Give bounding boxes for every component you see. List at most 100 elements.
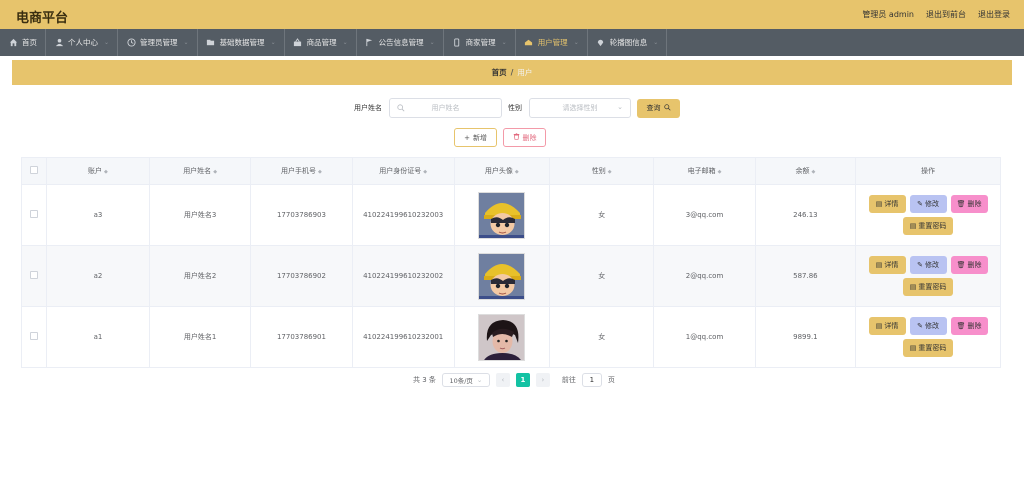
table-row: a3 用户姓名3 17703786903 410224199610232003 [21, 184, 1001, 246]
phone-cell: 17703786903 [250, 184, 353, 246]
sort-icon[interactable]: ◆ [104, 169, 108, 175]
breadcrumb-home[interactable]: 首页 [492, 67, 507, 78]
pagination: 共 3 条 10条/页 ⌄ ‹ 1 › 前往 1 页 [413, 373, 615, 387]
add-button[interactable]: + 新增 [454, 128, 497, 147]
row-checkbox[interactable] [29, 332, 38, 340]
column-header[interactable]: 账户 ◆ [45, 157, 151, 185]
logout-link[interactable]: 退出登录 [978, 9, 1010, 20]
goto-page-input[interactable]: 1 [581, 373, 602, 387]
batch-delete-button[interactable]: 删除 [503, 128, 546, 147]
edit-button[interactable]: ✎ 修改 [909, 195, 947, 213]
exit-to-front-link[interactable]: 退出到前台 [926, 9, 966, 20]
nav-item-carousel[interactable]: 轮播图信息 ⌄ [588, 29, 668, 56]
column-header[interactable]: 用户姓名 ◆ [149, 157, 252, 185]
edit-button[interactable]: ✎ 修改 [909, 256, 947, 274]
reset-password-button[interactable]: ▤ 重置密码 [903, 217, 954, 235]
detail-label: 详情 [884, 261, 899, 269]
detail-button[interactable]: ▤ 详情 [868, 256, 906, 274]
sort-icon[interactable]: ◆ [718, 169, 722, 175]
ops-cell: ▤ 详情 ✎ 修改 🗑 删除 ▤ 重置密码 [855, 306, 1001, 368]
sort-icon[interactable]: ◆ [423, 169, 427, 175]
document-icon: ▤ [875, 200, 883, 208]
table-row: a2 用户姓名2 17703786902 410224199610232002 [21, 245, 1001, 307]
column-header[interactable]: 用户手机号 ◆ [250, 157, 353, 185]
reset-password-button[interactable]: ▤ 重置密码 [903, 278, 954, 296]
ops-cell: ▤ 详情 ✎ 修改 🗑 删除 ▤ 重置密码 [855, 245, 1001, 307]
idcard-cell: 410224199610232002 [351, 245, 455, 307]
location-icon [596, 38, 606, 48]
reset-password-label: 重置密码 [918, 222, 947, 230]
nav-item-goods[interactable]: 商品管理 ⌄ [285, 29, 357, 56]
nav-item-admin-management[interactable]: 管理员管理 ⌄ [118, 29, 198, 56]
user-table: 账户 ◆ 用户姓名 ◆ 用户手机号 ◆ 用户身份证号 ◆ 用户头像 ◆ 性别 ◆ 电子邮箱 ◆… [21, 157, 1001, 368]
reset-password-label: 重置密码 [918, 344, 947, 352]
sort-icon[interactable]: ◆ [515, 169, 519, 175]
prev-page-button[interactable]: ‹ [495, 373, 510, 387]
next-page-button[interactable]: › [535, 373, 550, 387]
select-all-cell [21, 157, 47, 185]
photo-person-avatar[interactable] [478, 313, 526, 361]
breadcrumb-separator: / [510, 68, 514, 77]
detail-button[interactable]: ▤ 详情 [868, 317, 906, 335]
search-icon [397, 104, 405, 114]
cartoon-boy-avatar[interactable] [478, 191, 526, 239]
sex-filter-label: 性别 [508, 104, 522, 112]
cartoon-boy-avatar[interactable] [478, 252, 526, 300]
detail-button[interactable]: ▤ 详情 [868, 195, 906, 213]
sort-icon[interactable]: ◆ [608, 169, 612, 175]
edit-button[interactable]: ✎ 修改 [909, 317, 947, 335]
phone-cell: 17703786902 [250, 245, 353, 307]
folder-icon [206, 38, 216, 48]
flag-icon [365, 38, 375, 48]
chevron-down-icon: ⌄ [342, 39, 348, 46]
column-header-label: 性别 [591, 167, 606, 175]
document-icon: ▤ [875, 261, 883, 269]
sex-cell: 女 [549, 245, 655, 307]
nav-label: 管理员管理 [140, 38, 178, 47]
email-cell: 3@qq.com [653, 184, 756, 246]
column-header[interactable]: 性别 ◆ [549, 157, 655, 185]
name-search-placeholder: 用户姓名 [431, 104, 460, 112]
table-actions: + 新增 删除 [454, 128, 546, 147]
document-icon: ▤ [909, 283, 917, 291]
name-cell: 用户姓名2 [149, 245, 252, 307]
detail-label: 详情 [884, 322, 899, 330]
row-checkbox[interactable] [29, 271, 38, 279]
trash-icon: 🗑 [956, 322, 966, 330]
query-button[interactable]: 查询 [637, 98, 680, 118]
nav-item-user-management[interactable]: 用户管理 ⌄ [516, 29, 588, 56]
column-header[interactable]: 电子邮箱 ◆ [653, 157, 756, 185]
goto-label: 前往 [561, 376, 576, 384]
delete-button[interactable]: 🗑 删除 [950, 195, 988, 213]
detail-label: 详情 [884, 200, 899, 208]
pencil-icon: ✎ [917, 322, 923, 330]
row-checkbox[interactable] [29, 210, 38, 218]
reset-password-button[interactable]: ▤ 重置密码 [903, 339, 954, 357]
nav-item-notice[interactable]: 公告信息管理 ⌄ [357, 29, 444, 56]
column-header[interactable]: 余额 ◆ [754, 157, 857, 185]
nav-label: 基础数据管理 [219, 38, 265, 47]
sort-icon[interactable]: ◆ [213, 169, 217, 175]
sex-select[interactable]: 请选择性别 ⌄ [529, 98, 631, 118]
column-header[interactable]: 用户头像 ◆ [453, 157, 551, 185]
name-search-input[interactable]: 用户姓名 [389, 98, 502, 118]
delete-button[interactable]: 🗑 删除 [950, 256, 988, 274]
nav-item-personal-center[interactable]: 个人中心 ⌄ [46, 29, 119, 56]
page-size-select[interactable]: 10条/页 ⌄ [441, 373, 490, 387]
column-header[interactable]: 用户身份证号 ◆ [351, 157, 455, 185]
sort-icon[interactable]: ◆ [318, 169, 322, 175]
nav-item-home[interactable]: 首页 [0, 29, 46, 56]
top-header: 电商平台 管理员 admin 退出到前台 退出登录 [0, 0, 1024, 29]
page-number-current[interactable]: 1 [515, 373, 530, 387]
name-cell: 用户姓名1 [149, 306, 252, 368]
select-all-checkbox[interactable] [29, 166, 38, 174]
trash-icon: 🗑 [956, 261, 966, 269]
sort-icon[interactable]: ◆ [811, 169, 815, 175]
chevron-down-icon: ⌄ [104, 39, 110, 46]
user-group-icon [524, 38, 534, 48]
nav-item-merchant[interactable]: 商家管理 ⌄ [444, 29, 516, 56]
nav-item-basic-data[interactable]: 基础数据管理 ⌄ [198, 29, 285, 56]
column-header-label: 操作 [921, 167, 936, 175]
edit-label: 修改 [924, 322, 939, 330]
delete-button[interactable]: 🗑 删除 [950, 317, 988, 335]
